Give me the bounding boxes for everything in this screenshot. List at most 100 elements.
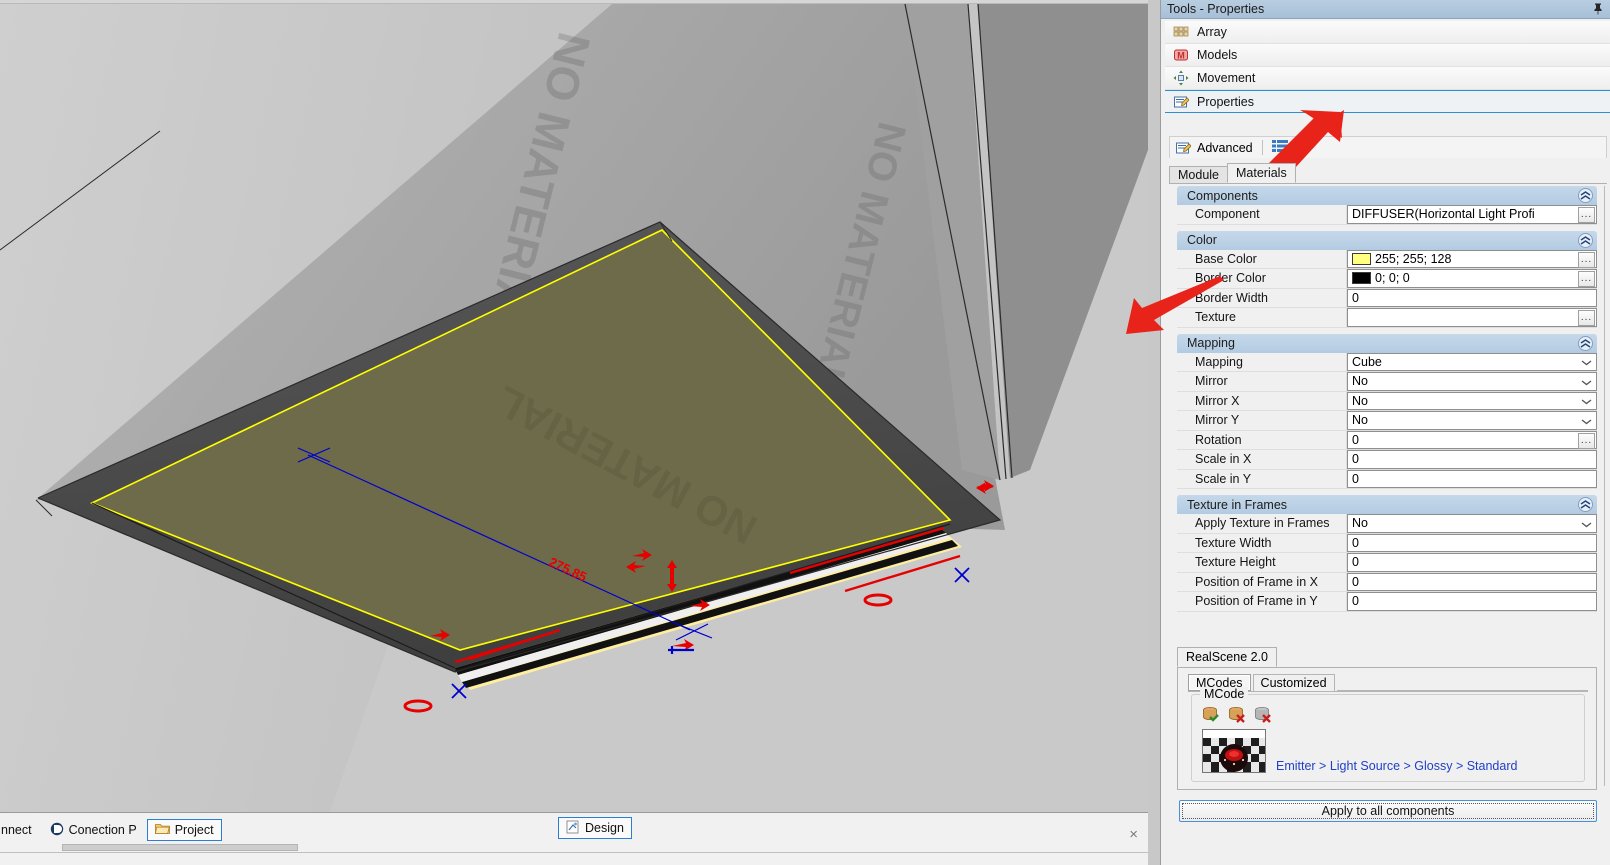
property-row-position-of-frame-in-y[interactable]: Position of Frame in Y 0 [1177, 592, 1597, 612]
chevron-down-icon[interactable] [1579, 356, 1594, 370]
realscene-tab-strip[interactable]: RealScene 2.0 [1177, 647, 1597, 668]
sidebar-item-models[interactable]: M Models [1165, 44, 1610, 67]
tab-realscene[interactable]: RealScene 2.0 [1177, 647, 1278, 667]
bottom-tab-connect[interactable]: nnect [0, 819, 40, 841]
property-value[interactable]: 0 [1347, 469, 1597, 488]
property-value[interactable]: 0 [1347, 592, 1597, 611]
tab-customized[interactable]: Customized [1252, 674, 1335, 691]
module-materials-tabs[interactable]: Module Materials [1169, 163, 1607, 184]
property-row-mirror-x[interactable]: Mirror X No [1177, 391, 1597, 411]
tab-materials[interactable]: Materials [1227, 163, 1296, 183]
property-value[interactable]: No [1347, 411, 1597, 430]
bottom-tab-design[interactable]: Design [558, 817, 632, 839]
close-x-icon[interactable]: × [1129, 826, 1138, 843]
property-value[interactable]: Cube [1347, 352, 1597, 371]
remove-mcode-icon[interactable] [1227, 705, 1245, 726]
connection-icon [50, 822, 64, 839]
design-tab-container[interactable]: Design [558, 817, 632, 839]
property-row-border-width[interactable]: Border Width 0 [1177, 288, 1597, 308]
property-row-apply-texture-in-frames[interactable]: Apply Texture in Frames No [1177, 514, 1597, 534]
property-value[interactable]: No [1347, 514, 1597, 533]
tab-module[interactable]: Module [1169, 166, 1228, 183]
chevron-down-icon[interactable] [1579, 395, 1594, 409]
property-row-texture[interactable]: Texture... [1177, 308, 1597, 328]
property-value[interactable]: 0 [1347, 450, 1597, 469]
add-mcode-icon[interactable] [1201, 705, 1219, 726]
sidebar-item-array[interactable]: Array [1165, 21, 1610, 44]
toolbar-divider [1261, 140, 1263, 155]
property-row-mirror-y[interactable]: Mirror Y No [1177, 411, 1597, 431]
property-row-texture-width[interactable]: Texture Width 0 [1177, 533, 1597, 553]
clear-mcode-icon[interactable] [1253, 705, 1271, 726]
chevron-down-icon[interactable] [1579, 517, 1594, 531]
property-grid[interactable]: Components Component DIFFUSER(Horizontal L… [1177, 186, 1597, 644]
sidebar-item-models-label: Models [1197, 48, 1238, 62]
property-row-scale-in-y[interactable]: Scale in Y 0 [1177, 469, 1597, 489]
property-value[interactable]: No [1347, 391, 1597, 410]
property-value[interactable]: 255; 255; 128... [1347, 249, 1597, 268]
property-value[interactable]: 0 [1347, 288, 1597, 307]
pin-icon[interactable] [1591, 2, 1605, 16]
property-group-header-mapping[interactable]: Mapping [1177, 333, 1597, 353]
property-value[interactable]: 0... [1347, 430, 1597, 449]
tools-nav-list[interactable]: Array M Models Movement Properties [1165, 21, 1610, 113]
scrollbar-thumb[interactable] [62, 844, 298, 851]
open-dialog-button[interactable]: ... [1578, 310, 1595, 326]
property-label: Component [1177, 205, 1347, 224]
chevron-double-up-icon[interactable] [1578, 335, 1593, 351]
property-value[interactable]: 0 [1347, 572, 1597, 591]
chevron-down-icon[interactable] [1579, 414, 1594, 428]
open-dialog-button[interactable]: ... [1578, 271, 1595, 287]
3d-scene-render: NO MATERIAL NO MATERIAL NO MATERIAL 275.… [0, 3, 1148, 812]
property-label: Base Color [1177, 249, 1347, 268]
property-value[interactable]: DIFFUSER(Horizontal Light Profi ... [1347, 205, 1597, 224]
list-view-icon[interactable] [1271, 139, 1288, 156]
chevron-double-up-icon[interactable] [1578, 232, 1593, 248]
property-group-header-components[interactable]: Components [1177, 186, 1597, 205]
property-value[interactable]: 0 [1347, 533, 1597, 552]
property-row-scale-in-x[interactable]: Scale in X 0 [1177, 450, 1597, 470]
property-value-text: 0 [1352, 555, 1359, 570]
open-dialog-button[interactable]: ... [1578, 207, 1595, 223]
bottom-tab-project[interactable]: Project [146, 819, 222, 841]
property-row-border-color[interactable]: Border Color 0; 0; 0... [1177, 269, 1597, 289]
property-value-text: 0 [1352, 574, 1359, 589]
property-grid-scrollbar[interactable] [1601, 186, 1609, 786]
property-row-mirror[interactable]: Mirror No [1177, 372, 1597, 392]
property-group-header-texture-in-frames[interactable]: Texture in Frames [1177, 495, 1597, 514]
open-dialog-button[interactable]: ... [1578, 432, 1595, 449]
sidebar-item-movement[interactable]: Movement [1165, 67, 1610, 90]
chevron-double-up-icon[interactable] [1578, 497, 1593, 512]
property-value[interactable]: 0; 0; 0... [1347, 269, 1597, 288]
tools-dock: Tools - Properties Array M Models Moveme… [1148, 0, 1610, 865]
tools-properties-panel: Tools - Properties Array M Models Moveme… [1160, 0, 1610, 865]
property-value[interactable]: ... [1347, 308, 1597, 327]
material-path-link[interactable]: Emitter > Light Source > Glossy > Standa… [1276, 759, 1517, 773]
apply-to-all-components-button[interactable]: Apply to all components [1179, 800, 1597, 822]
property-value[interactable]: No [1347, 372, 1597, 391]
mcode-toolbar[interactable] [1201, 705, 1271, 726]
property-group-header-color[interactable]: Color [1177, 230, 1597, 250]
property-row-position-of-frame-in-x[interactable]: Position of Frame in X 0 [1177, 572, 1597, 592]
chevron-down-icon[interactable] [1579, 375, 1594, 389]
property-group-title: Color [1187, 233, 1217, 247]
property-row-texture-height[interactable]: Texture Height 0 [1177, 553, 1597, 573]
bottom-horizontal-scrollbar[interactable] [0, 844, 1148, 852]
color-swatch[interactable] [1352, 252, 1371, 265]
open-dialog-button[interactable]: ... [1578, 251, 1595, 268]
sidebar-item-movement-label: Movement [1197, 71, 1256, 85]
property-row-mapping[interactable]: Mapping Cube [1177, 352, 1597, 372]
bottom-tab-conection-p[interactable]: Conection P [42, 819, 145, 841]
chevron-double-up-icon[interactable] [1578, 188, 1593, 203]
property-row-rotation[interactable]: Rotation 0... [1177, 430, 1597, 450]
property-group-title: Texture in Frames [1187, 497, 1288, 512]
property-row-component[interactable]: Component DIFFUSER(Horizontal Light Profi… [1177, 205, 1597, 225]
bottom-tab-strip[interactable]: nnect Conection P Project [0, 817, 222, 843]
color-swatch[interactable] [1352, 272, 1371, 285]
material-preview-thumbnail[interactable] [1202, 729, 1266, 773]
property-row-base-color[interactable]: Base Color 255; 255; 128... [1177, 249, 1597, 269]
dock-titlebar: Tools - Properties [1161, 0, 1610, 19]
3d-viewport[interactable]: NO MATERIAL NO MATERIAL NO MATERIAL 275.… [0, 0, 1148, 812]
sidebar-item-properties[interactable]: Properties [1165, 90, 1610, 113]
property-value[interactable]: 0 [1347, 553, 1597, 572]
